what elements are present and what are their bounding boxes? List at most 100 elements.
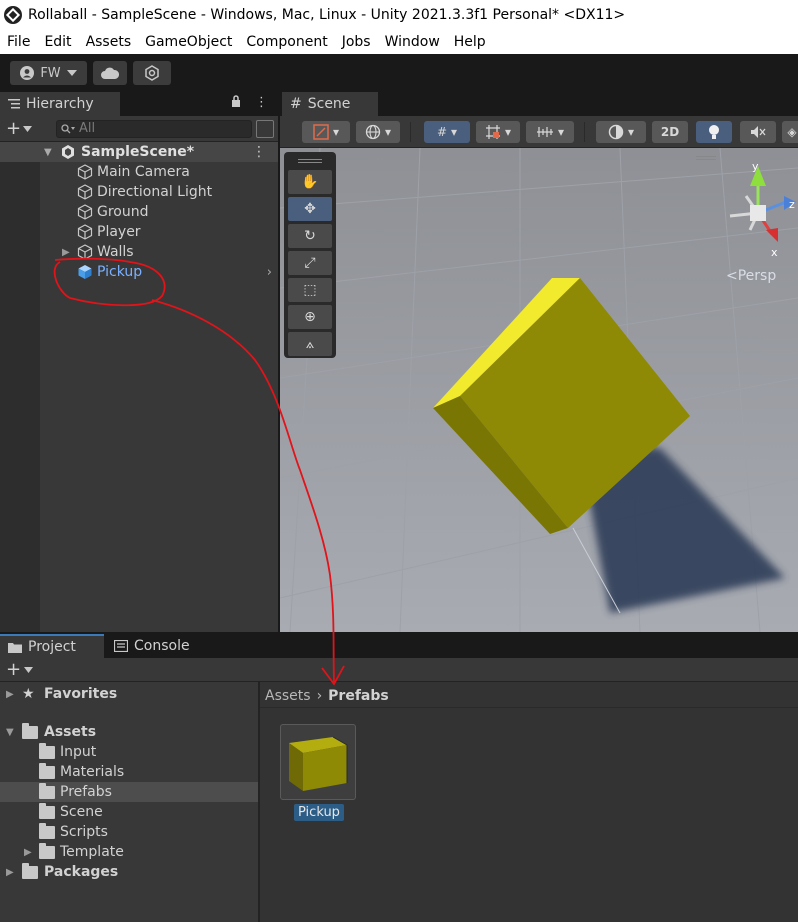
hand-tool-button[interactable]: ✋ xyxy=(288,170,332,194)
tree-item-assets[interactable]: ▼ Assets xyxy=(0,722,258,742)
custom-tool-icon: ⟑ xyxy=(305,336,315,352)
fold-down-icon[interactable]: ▼ xyxy=(6,727,14,738)
scene-menu-icon[interactable]: ⋮ xyxy=(252,144,266,160)
chevron-down-icon: ▾ xyxy=(332,125,340,139)
projection-label[interactable]: <Persp xyxy=(726,268,776,284)
scale-tool-button[interactable]: ⤢ xyxy=(288,251,332,275)
tree-item-label: Favorites xyxy=(44,686,118,702)
hierarchy-item-player[interactable]: Player xyxy=(0,222,278,242)
list-icon xyxy=(8,99,20,109)
collab-button[interactable] xyxy=(133,61,171,85)
gizmo-y-label: y xyxy=(752,160,759,173)
search-options-icon[interactable] xyxy=(256,119,274,138)
menu-file[interactable]: File xyxy=(0,34,37,50)
account-dropdown[interactable]: FW xyxy=(10,61,87,85)
custom-tool-button[interactable]: ⟑ xyxy=(288,332,332,356)
gameobject-cube-icon xyxy=(77,184,93,200)
tree-item-template[interactable]: ▶ Template xyxy=(0,842,258,862)
rotate-tool-button[interactable]: ↻ xyxy=(288,224,332,248)
hierarchy-item-pickup[interactable]: Pickup › xyxy=(0,262,278,282)
breadcrumb-current[interactable]: Prefabs xyxy=(328,688,389,704)
render-mode-dropdown[interactable]: ▾ xyxy=(596,121,646,143)
fold-right-icon[interactable]: ▶ xyxy=(6,689,14,700)
tool-palette: ✋ ✥ ↻ ⤢ ⬚ ⊕ ⟑ xyxy=(284,152,336,358)
gizmo-z-label: z xyxy=(789,198,795,211)
grid-snap-dropdown[interactable]: # ▾ xyxy=(424,121,470,143)
asset-thumbnail-pickup[interactable] xyxy=(280,724,356,800)
fold-down-icon[interactable]: ▼ xyxy=(44,147,52,158)
hierarchy-item-main-camera[interactable]: Main Camera xyxy=(0,162,278,182)
chevron-down-icon: ▾ xyxy=(504,125,512,139)
hierarchy-item-label: Main Camera xyxy=(97,164,190,180)
scene-root-row[interactable]: ▼ SampleScene* ⋮ xyxy=(0,142,278,162)
hierarchy-item-ground[interactable]: Ground xyxy=(0,202,278,222)
effects-icon: ◈ xyxy=(787,125,797,139)
plus-icon[interactable]: + xyxy=(6,659,21,680)
tree-item-prefabs[interactable]: Prefabs xyxy=(0,782,258,802)
unity-scene-icon xyxy=(62,145,74,159)
tab-console[interactable]: Console xyxy=(106,634,206,658)
effects-dropdown[interactable]: ◈ xyxy=(782,121,798,143)
menu-component[interactable]: Component xyxy=(239,34,334,50)
lighting-toggle[interactable] xyxy=(696,121,732,143)
toggle-2d-button[interactable]: 2D xyxy=(652,121,688,143)
mute-icon xyxy=(751,126,766,138)
create-button[interactable]: + xyxy=(6,118,40,139)
tree-item-scripts[interactable]: Scripts xyxy=(0,822,258,842)
ruler-dropdown[interactable]: ▾ xyxy=(526,121,574,143)
palette-drag-handle[interactable] xyxy=(298,159,322,163)
menu-help[interactable]: Help xyxy=(447,34,493,50)
draw-mode-dropdown[interactable]: ▾ xyxy=(302,121,350,143)
hierarchy-search-input[interactable]: All xyxy=(56,119,252,138)
snap-icon xyxy=(485,125,500,139)
tree-item-label: Assets xyxy=(44,724,97,740)
increment-snap-dropdown[interactable]: ▾ xyxy=(476,121,520,143)
tree-item-scene[interactable]: Scene xyxy=(0,802,258,822)
orientation-gizmo[interactable]: y z x xyxy=(718,158,798,268)
hand-icon: ✋ xyxy=(301,174,319,190)
gameobject-cube-icon xyxy=(77,224,93,240)
window-title-bar: Rollaball - SampleScene - Windows, Mac, … xyxy=(0,0,798,30)
panel-menu-icon[interactable]: ⋮ xyxy=(255,95,268,110)
breadcrumb-separator-icon: › xyxy=(316,687,323,704)
chevron-right-icon[interactable]: › xyxy=(267,265,272,280)
tree-item-favorites[interactable]: ▶ ★ Favorites xyxy=(0,684,258,704)
menu-assets[interactable]: Assets xyxy=(79,34,139,50)
fold-right-icon[interactable]: ▶ xyxy=(62,247,70,258)
breadcrumb-root[interactable]: Assets xyxy=(265,688,311,704)
tab-scene[interactable]: # Scene xyxy=(282,92,378,116)
fold-right-icon[interactable]: ▶ xyxy=(24,847,32,858)
tree-item-label: Packages xyxy=(44,864,119,880)
chevron-down-icon[interactable] xyxy=(24,666,34,673)
shading-dropdown[interactable]: ▾ xyxy=(356,121,400,143)
tree-item-materials[interactable]: Materials xyxy=(0,762,258,782)
menu-gameobject[interactable]: GameObject xyxy=(138,34,239,50)
cloud-button[interactable] xyxy=(93,61,127,85)
toolbar-separator xyxy=(584,122,585,142)
tree-item-packages[interactable]: ▶ Packages xyxy=(0,862,258,882)
menu-edit[interactable]: Edit xyxy=(37,34,78,50)
asset-label-pickup[interactable]: Pickup xyxy=(294,804,344,821)
hierarchy-item-walls[interactable]: ▶ Walls xyxy=(0,242,278,262)
menu-window[interactable]: Window xyxy=(378,34,447,50)
gizmo-x-label: x xyxy=(771,246,778,259)
rect-tool-button[interactable]: ⬚ xyxy=(288,278,332,302)
tree-item-input[interactable]: Input xyxy=(0,742,258,762)
project-toolbar: + xyxy=(0,658,798,682)
transform-tool-button[interactable]: ⊕ xyxy=(288,305,332,329)
lock-icon[interactable] xyxy=(231,95,241,107)
tab-project[interactable]: Project xyxy=(0,634,104,658)
prefab-preview-icon xyxy=(289,736,348,791)
toolbar-separator xyxy=(410,122,411,142)
tab-hierarchy[interactable]: Hierarchy xyxy=(0,92,120,116)
fold-right-icon[interactable]: ▶ xyxy=(6,867,14,878)
gizmo-drag-handle[interactable] xyxy=(696,156,716,160)
scene-tab-bar: # Scene xyxy=(280,92,798,116)
lightbulb-icon xyxy=(709,125,719,139)
tree-item-label: Scene xyxy=(60,804,103,820)
hierarchy-item-directional-light[interactable]: Directional Light xyxy=(0,182,278,202)
move-tool-button[interactable]: ✥ xyxy=(288,197,332,221)
audio-toggle[interactable] xyxy=(740,121,776,143)
menu-jobs[interactable]: Jobs xyxy=(335,34,378,50)
folder-icon xyxy=(22,863,38,879)
